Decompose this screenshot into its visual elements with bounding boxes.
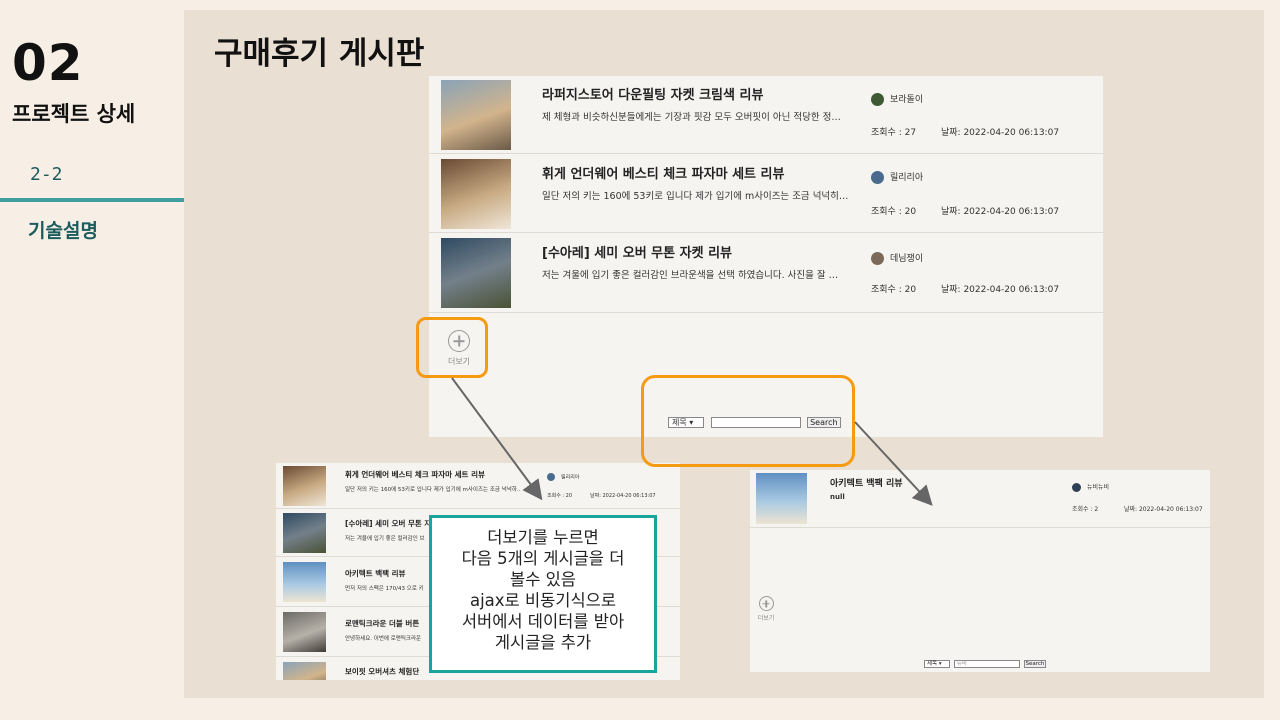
arrow-search-to-result	[854, 421, 933, 506]
arrow-more-to-list	[451, 377, 543, 501]
callout-line: 게시글을 추가	[494, 633, 592, 652]
callout-line: 볼수 있음	[510, 570, 576, 589]
callout-note: 더보기를 누르면 다음 5개의 게시글을 더 볼수 있음 ajax로 비동기식으…	[429, 515, 657, 673]
callout-line: 더보기를 누르면	[487, 528, 599, 547]
callout-line: ajax로 비동기식으로	[469, 591, 617, 610]
callout-line: 서버에서 데이터를 받아	[461, 612, 625, 631]
callout-line: 다음 5개의 게시글을 더	[461, 549, 625, 568]
